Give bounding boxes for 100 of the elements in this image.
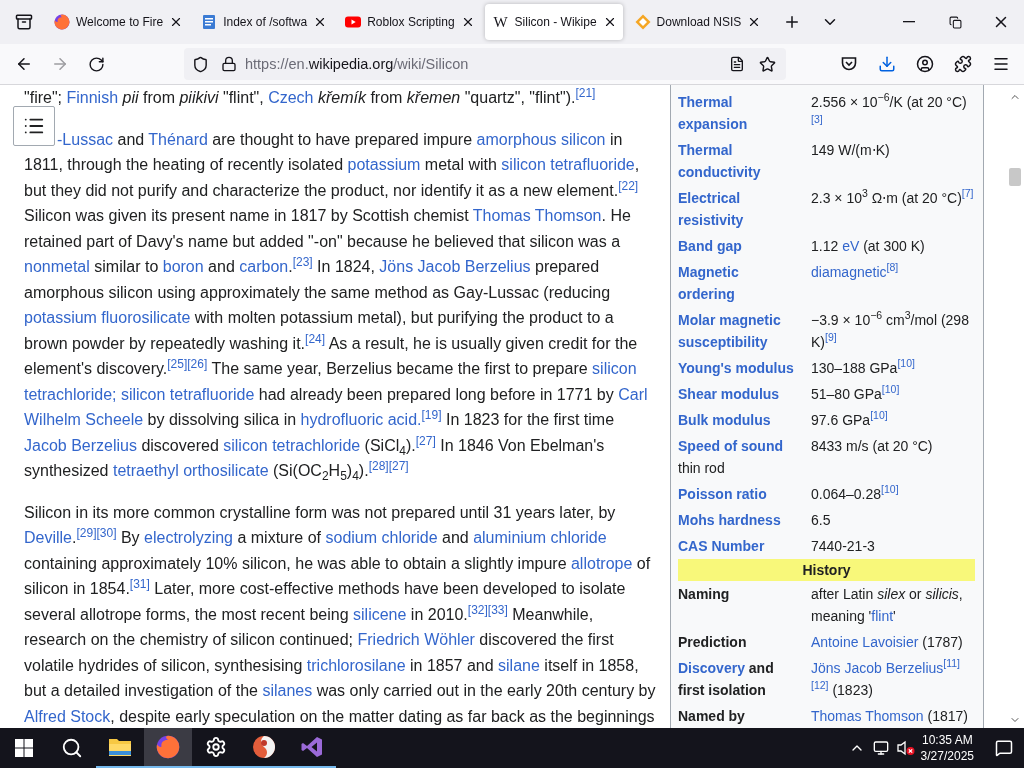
scrollbar-thumb[interactable]	[1009, 168, 1021, 186]
article-link[interactable]: Wilhelm Scheele	[24, 411, 144, 428]
article-link[interactable]: hydrofluoric acid.	[300, 411, 422, 428]
reference-link[interactable]: [10]	[881, 483, 899, 496]
article-link[interactable]: Thomas Thomson	[472, 207, 602, 224]
label-link[interactable]: Bulk modulus	[678, 409, 771, 431]
reference-link[interactable]: [12]	[811, 679, 829, 692]
article-link[interactable]: Antoine Lavoisier	[811, 634, 919, 650]
reference-link[interactable]: [24]	[305, 331, 326, 346]
infobox-value: 8433 m/s (at 20 °C)	[811, 437, 934, 456]
article-link[interactable]: Finnish	[66, 89, 119, 106]
label-link[interactable]: Young's modulus	[678, 357, 794, 379]
address-field[interactable]: https://en.wikipedia.org/wiki/Silicon	[184, 48, 786, 80]
label-link[interactable]: Thermal expansion	[678, 91, 796, 135]
reference-link[interactable]: [27]	[388, 458, 409, 473]
label-link[interactable]: Molar magnetic susceptibility	[678, 309, 796, 353]
article-link[interactable]: Jöns Jacob Berzelius	[811, 660, 944, 676]
network-icon[interactable]	[872, 740, 889, 756]
infobox-label: Discovery and first isolation	[678, 655, 811, 703]
article-link[interactable]: silicon tetrachloride	[223, 436, 361, 454]
browser-tab[interactable]: Index of /softwa	[193, 4, 334, 40]
clock-time[interactable]: 10:35 AM	[921, 732, 973, 748]
article-link[interactable]: aluminium chloride	[473, 529, 607, 546]
article-link[interactable]: Thénard	[148, 130, 208, 148]
article-link[interactable]: silicon tetrafluoride	[501, 156, 635, 173]
reference-link[interactable]: [19]	[421, 407, 442, 422]
article-link[interactable]: Thomas Thomson	[811, 708, 924, 724]
label-link[interactable]: Magnetic ordering	[678, 261, 796, 305]
article-link[interactable]: Carl	[618, 385, 648, 403]
article-link[interactable]: potassium fluorosilicate	[24, 309, 191, 326]
folder-icon	[108, 736, 132, 758]
article-link[interactable]: Deville	[24, 529, 72, 546]
reference-link[interactable]: [7]	[961, 187, 974, 200]
article-link[interactable]: carbon	[239, 258, 289, 275]
label-link[interactable]: Poisson ratio	[678, 483, 767, 505]
article-link[interactable]: silicon	[592, 360, 637, 377]
reference-link[interactable]: [28]	[368, 458, 389, 473]
article-link[interactable]: sodium chloride	[325, 529, 438, 546]
lock-icon[interactable]	[221, 56, 237, 72]
reference-link[interactable]: [26]	[187, 356, 208, 371]
reference-link[interactable]: [10]	[897, 357, 915, 370]
reference-link[interactable]: [29]	[76, 525, 97, 540]
article-link[interactable]: diamagnetic	[811, 264, 887, 280]
article-link[interactable]: Czech	[268, 89, 314, 106]
article-link[interactable]: electrolyzing	[144, 529, 233, 546]
article-link[interactable]: potassium	[347, 156, 421, 173]
firefox-icon	[156, 735, 180, 759]
article-link[interactable]: silanes	[262, 682, 313, 699]
infobox-value: 2.3 × 10$^{3}$ Ω⋅m (at 20 °C)$^{[7]}$	[811, 186, 975, 208]
reference-link[interactable]: [9]	[825, 331, 837, 344]
reference-link[interactable]: [21]	[575, 85, 596, 100]
browser-tab[interactable]: W Silicon - Wikipe	[484, 4, 623, 40]
reference-link[interactable]: [10]	[870, 409, 888, 422]
label-link[interactable]: Electrical resistivity	[678, 187, 796, 231]
reference-link[interactable]: [10]	[881, 383, 900, 396]
reference-link[interactable]: [22]	[618, 178, 639, 193]
reference-link[interactable]: [11]	[943, 657, 961, 670]
bookmark-star-icon[interactable]	[759, 55, 776, 73]
article-link[interactable]: allotrope	[570, 554, 633, 572]
article-link[interactable]: Alfred Stock	[24, 707, 111, 725]
reference-link[interactable]: [8]	[886, 261, 899, 274]
label-link[interactable]: Speed of sound	[678, 435, 783, 457]
reference-link[interactable]: [32]	[467, 602, 488, 617]
reference-link[interactable]: [23]	[292, 254, 313, 269]
article-link[interactable]: boron	[162, 258, 204, 275]
infobox-value: −3.9 × 10$^{−6}$ cm$^{3}$/mol (298 K)$^{[9]}$	[811, 308, 970, 352]
table-of-contents-button[interactable]	[13, 106, 55, 146]
label-link[interactable]: Discovery	[678, 657, 745, 679]
reader-view-icon[interactable]	[729, 56, 745, 72]
label-link[interactable]: Thermal conductivity	[678, 139, 796, 183]
clock-date[interactable]: 3/27/2025	[920, 748, 974, 764]
browser-tab[interactable]: Download NSIS	[626, 4, 768, 40]
article-link[interactable]: nonmetal	[24, 258, 90, 275]
reference-link[interactable]: [27]	[415, 433, 436, 448]
label-link[interactable]: Mohs hardness	[678, 509, 781, 531]
account-icon	[916, 55, 934, 73]
article-link[interactable]: eV	[842, 238, 860, 254]
article-link[interactable]: trichlorosilane	[306, 656, 406, 674]
reference-link[interactable]: [3]	[811, 113, 823, 126]
browser-tab[interactable]: Roblox Scripting	[337, 4, 481, 40]
label-link[interactable]: Band gap	[678, 235, 742, 257]
reference-link[interactable]: [33]	[487, 602, 508, 617]
infobox-section-header: History	[678, 559, 975, 581]
browser-tab[interactable]: Welcome to Fire	[46, 4, 190, 40]
article-link[interactable]: amorphous silicon	[476, 130, 606, 148]
article-link[interactable]: silicene	[353, 605, 407, 623]
article-link[interactable]: Jöns Jacob Berzelius	[379, 258, 531, 275]
shield-icon[interactable]	[192, 55, 209, 73]
article-link[interactable]: Jacob Berzelius	[24, 436, 137, 454]
reference-link[interactable]: [31]	[129, 576, 150, 591]
label-link[interactable]: Shear modulus	[678, 383, 780, 405]
article-link[interactable]: Friedrich Wöhler	[357, 631, 475, 648]
reference-link[interactable]: [25]	[167, 356, 188, 371]
article-link[interactable]: tetrachloride; silicon tetrafluoride	[24, 385, 255, 403]
label-link[interactable]: CAS Number	[678, 535, 765, 557]
article-link[interactable]: tetraethyl orthosilicate	[112, 462, 269, 479]
volume-muted-icon[interactable]	[896, 740, 915, 756]
article-link[interactable]: -Lussac	[57, 130, 114, 148]
article-link[interactable]: silane	[498, 656, 540, 674]
reference-link[interactable]: [30]	[96, 525, 117, 540]
